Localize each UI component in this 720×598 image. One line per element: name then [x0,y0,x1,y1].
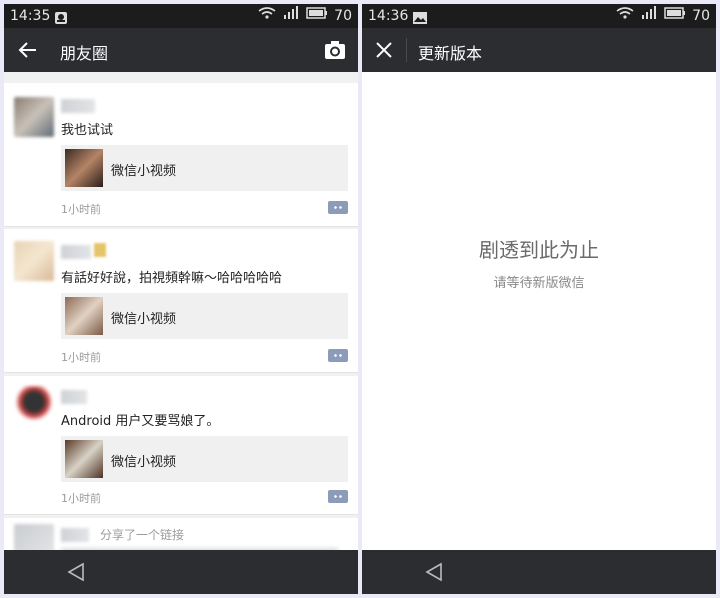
list-item: 有話好好說，拍視頻幹嘛～哈哈哈哈哈 微信小视频 1小时前 [4,229,358,373]
app-bar: 朋友圈 [4,28,358,72]
comment-button[interactable] [328,490,348,503]
battery-level: 70 [692,8,710,24]
video-label: 微信小视频 [111,455,177,470]
video-label: 微信小视频 [111,312,177,327]
post-time: 1小时前 [61,492,101,505]
wifi-icon [616,4,634,28]
nav-back-icon[interactable] [424,562,444,586]
right-phone-screen: 14:36 70 更新版本 剧透到此为止 请等待新版微信 [362,4,716,594]
video-thumbnail [65,440,103,478]
comment-button[interactable] [328,349,348,362]
post-text: 我也试试 [61,123,114,138]
post-text: 有話好好說，拍視頻幹嘛～哈哈哈哈哈 [61,271,283,286]
divider [406,38,407,62]
nav-back-icon[interactable] [66,562,86,586]
status-right: 70 [258,4,352,28]
page-title: 朋友圈 [60,44,109,63]
post-text: Android 用户又要骂娘了。 [61,414,220,429]
avatar[interactable] [14,241,54,281]
video-label: 微信小视频 [111,164,177,179]
nickname[interactable] [61,390,87,404]
post-time: 1小时前 [61,351,101,364]
battery-icon [306,4,328,28]
signal-icon [640,4,658,28]
navigation-bar [362,550,716,594]
camera-icon[interactable] [324,40,346,64]
spoiler-message: 剧透到此为止 [479,238,599,262]
video-card[interactable]: 微信小视频 [61,145,348,191]
status-time: 14:35 [10,8,51,24]
video-card[interactable]: 微信小视频 [61,293,348,339]
list-item: Android 用户又要骂娘了。 微信小视频 1小时前 [4,376,358,515]
nickname[interactable] [61,528,89,542]
battery-level: 70 [334,8,352,24]
left-phone-screen: 14:35 70 朋友圈 我也试试 微信小视频 1小时前 有話好好說，拍視頻幹嘛… [4,4,358,594]
comment-icon [333,495,343,498]
nickname[interactable] [61,245,91,259]
list-item: 分享了一个链接 [4,518,358,550]
share-text: 分享了一个链接 [100,528,185,542]
video-thumbnail [65,149,103,187]
video-card[interactable]: 微信小视频 [61,436,348,482]
close-icon[interactable] [374,40,394,64]
back-arrow-icon[interactable] [16,39,38,65]
status-right: 70 [616,4,710,28]
status-bar: 14:35 70 [4,4,358,28]
nickname-emoji [94,243,106,257]
page-title: 更新版本 [418,44,483,63]
navigation-bar [4,550,358,594]
moments-feed: 我也试试 微信小视频 1小时前 有話好好說，拍視頻幹嘛～哈哈哈哈哈 微信小视频 … [4,72,358,550]
video-thumbnail [65,297,103,335]
signal-icon [282,4,300,28]
post-time: 1小时前 [61,203,101,216]
app-bar: 更新版本 [362,28,716,72]
update-content: 剧透到此为止 请等待新版微信 [362,72,716,550]
list-item: 我也试试 微信小视频 1小时前 [4,83,358,227]
comment-icon [333,354,343,357]
battery-icon [664,4,686,28]
wait-message: 请等待新版微信 [493,276,585,291]
avatar[interactable] [14,97,54,137]
avatar[interactable] [14,386,54,426]
wifi-icon [258,4,276,28]
status-bar: 14:36 70 [362,4,716,28]
nickname[interactable] [61,99,95,113]
comment-icon [333,206,343,209]
status-time: 14:36 [368,8,409,24]
comment-button[interactable] [328,201,348,214]
avatar[interactable] [14,524,54,550]
